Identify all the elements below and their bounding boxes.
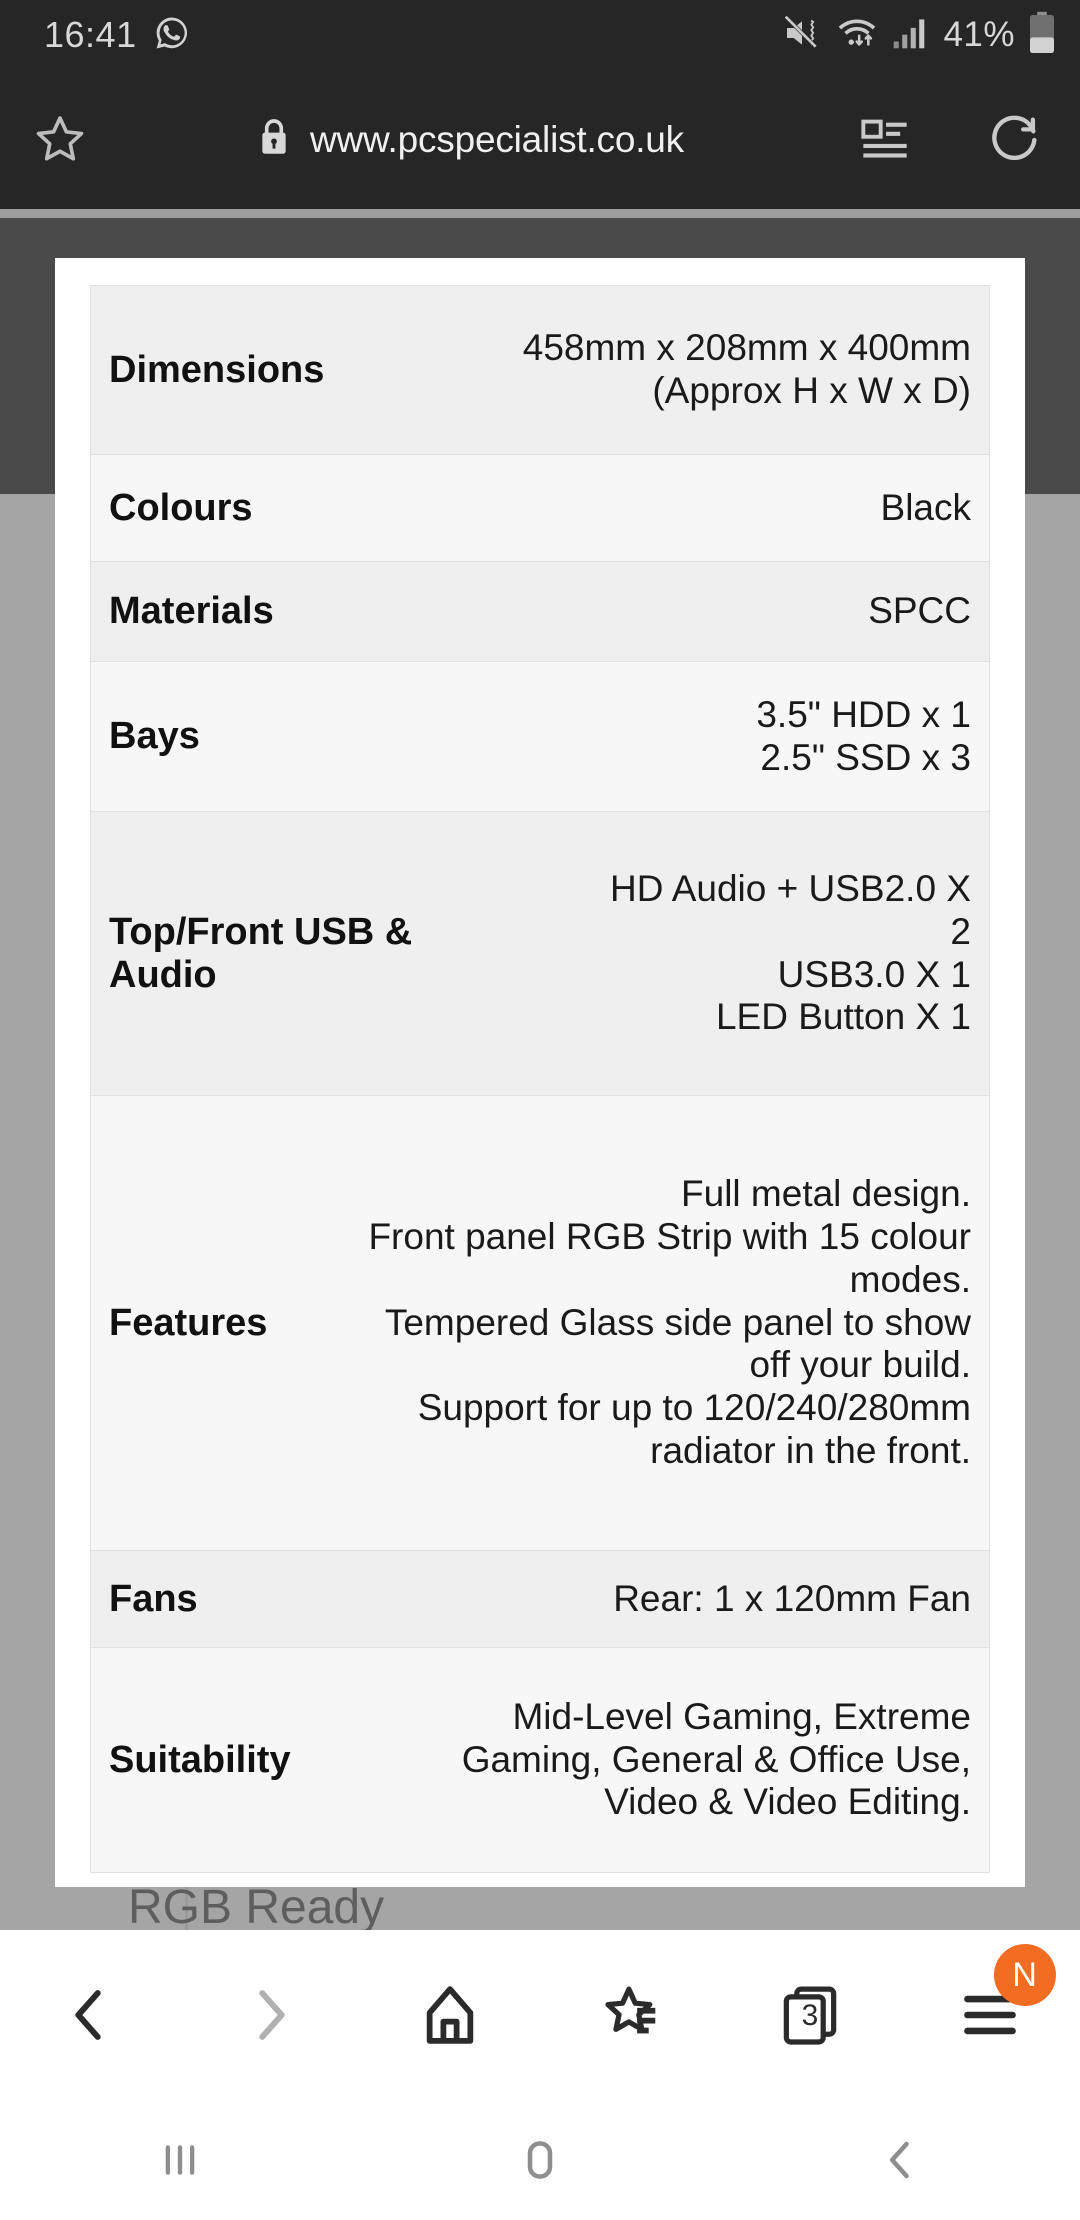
- browser-home-button[interactable]: [360, 1930, 540, 2100]
- spec-value: Black: [880, 486, 971, 528]
- chrome-divider: [0, 209, 1080, 218]
- reload-icon: [992, 115, 1037, 160]
- table-row: Colours Black: [91, 455, 989, 562]
- lock-icon: [256, 117, 292, 162]
- browser-forward-button[interactable]: [180, 1930, 360, 2100]
- reader-mode-icon: [861, 119, 907, 158]
- spec-value: Full metal design. Front panel RGB Strip…: [368, 1172, 971, 1472]
- mute-vibrate-icon: [782, 13, 822, 58]
- nav-recents-button[interactable]: [0, 2134, 360, 2186]
- spec-label: Colours: [109, 486, 253, 529]
- table-row: Suitability Mid-Level Gaming, Extreme Ga…: [91, 1648, 989, 1873]
- bookmarks-star-icon: [605, 1986, 656, 2034]
- spec-label: Top/Front USB & Audio: [109, 910, 413, 996]
- nav-back-button[interactable]: [720, 2134, 1080, 2186]
- status-bar-clock: 16:41: [44, 14, 137, 55]
- bookmark-star-button[interactable]: [0, 110, 120, 170]
- menu-notification-badge: N: [993, 1944, 1056, 2006]
- spec-label: Materials: [109, 590, 274, 633]
- back-button-icon: [889, 2141, 909, 2179]
- tab-count-label: 3: [801, 1999, 819, 2033]
- wifi-icon: [835, 13, 879, 58]
- spec-table: Dimensions 458mm x 208mm x 400mm (Approx…: [90, 285, 990, 1873]
- spec-value: SPCC: [868, 590, 971, 632]
- spec-label: Fans: [109, 1577, 198, 1620]
- forward-icon: [259, 1990, 285, 2040]
- table-row: Features Full metal design. Front panel …: [91, 1096, 989, 1551]
- home-icon: [426, 1986, 474, 2044]
- phone-screen: 16:41 41% www.pcspecialist.co.uk RGB Rea…: [0, 0, 1080, 2220]
- spec-label: Features: [109, 1301, 268, 1344]
- table-row: Bays 3.5" HDD x 1 2.5" SSD x 3: [91, 662, 989, 812]
- page-background-heading: RGB Ready: [128, 1881, 385, 1934]
- back-icon: [75, 1990, 101, 2040]
- android-nav-bar: [0, 2100, 1080, 2220]
- whatsapp-icon: [153, 14, 191, 57]
- url-text: www.pcspecialist.co.uk: [310, 118, 684, 160]
- spec-label: Bays: [109, 715, 200, 758]
- table-row: Top/Front USB & Audio HD Audio + USB2.0 …: [91, 812, 989, 1096]
- nav-home-button[interactable]: [360, 2134, 720, 2186]
- battery-percent-label: 41%: [943, 15, 1015, 54]
- status-bar: 16:41 41%: [0, 0, 1080, 70]
- reader-mode-button[interactable]: [820, 114, 950, 166]
- reload-button[interactable]: [950, 111, 1080, 169]
- spec-value: Mid-Level Gaming, Extreme Gaming, Genera…: [461, 1695, 971, 1823]
- status-bar-left: 16:41: [44, 14, 191, 57]
- status-bar-right: 41%: [782, 11, 1056, 60]
- browser-bookmarks-button[interactable]: [540, 1930, 720, 2100]
- spec-value: 3.5" HDD x 1 2.5" SSD x 3: [756, 693, 971, 778]
- table-row: Fans Rear: 1 x 120mm Fan: [91, 1551, 989, 1648]
- browser-menu-button[interactable]: N: [900, 1930, 1080, 2100]
- spec-modal: Dimensions 458mm x 208mm x 400mm (Approx…: [55, 258, 1025, 1887]
- spec-value: HD Audio + USB2.0 X 2 USB3.0 X 1 LED But…: [610, 867, 971, 1038]
- home-button-icon: [527, 2141, 553, 2179]
- browser-bottom-toolbar: 3 N: [0, 1930, 1080, 2100]
- battery-icon: [1028, 11, 1056, 60]
- recents-icon: [165, 2145, 195, 2175]
- spec-value: Rear: 1 x 120mm Fan: [613, 1577, 971, 1619]
- table-row: Dimensions 458mm x 208mm x 400mm (Approx…: [91, 286, 989, 455]
- spec-value: 458mm x 208mm x 400mm (Approx H x W x D): [522, 327, 971, 411]
- table-row: Materials SPCC: [91, 562, 989, 662]
- url-display[interactable]: www.pcspecialist.co.uk: [120, 117, 820, 162]
- spec-label: Dimensions: [109, 348, 325, 391]
- signal-bars-icon: [892, 15, 926, 56]
- browser-tabs-button[interactable]: 3: [720, 1930, 900, 2100]
- spec-label: Suitability: [109, 1738, 291, 1781]
- browser-url-bar[interactable]: www.pcspecialist.co.uk: [0, 70, 1080, 209]
- star-outline-icon: [36, 115, 84, 161]
- browser-back-button[interactable]: [0, 1930, 180, 2100]
